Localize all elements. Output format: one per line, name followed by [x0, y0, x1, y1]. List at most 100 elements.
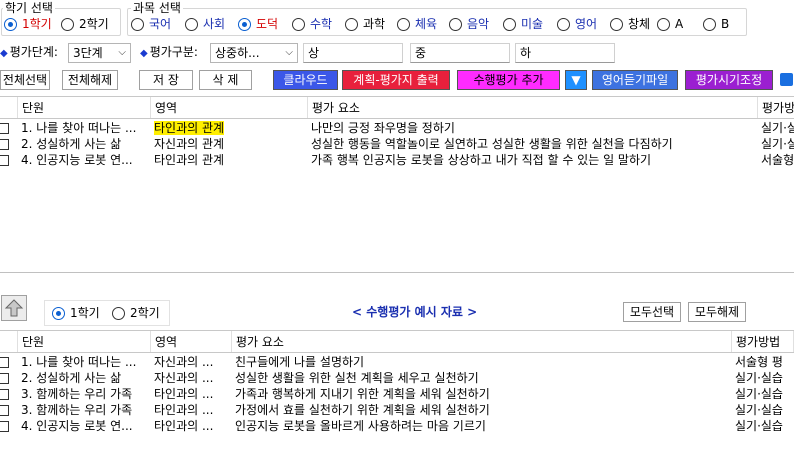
cell-method: 실기·실습: [735, 387, 783, 401]
radio-empty-icon: [185, 17, 198, 31]
cell-unit: 4. 인공지능 로봇 연...: [21, 153, 133, 167]
cell-unit: 1. 나를 찾아 떠나는 ...: [21, 355, 137, 369]
cell-area: 자신과의 ...: [154, 371, 214, 385]
bottom-panel-title: < 수행평가 예시 자료 >: [352, 305, 478, 319]
deselect-all-button[interactable]: 전체해제: [62, 70, 118, 90]
top-header-unit: 단원: [18, 97, 151, 118]
cell-area: 타인과의 ...: [154, 387, 214, 401]
up-arrow-icon: [4, 299, 24, 317]
row-checkbox[interactable]: [0, 139, 9, 150]
triangle-down-icon: ▼: [571, 73, 581, 87]
cell-method: 실기·실습: [735, 403, 783, 417]
table-row[interactable]: 1. 나를 찾아 떠나는 ... 자신과의 ... 친구들에게 나를 설명하기 서술형…: [0, 354, 794, 370]
radio-empty-icon: [503, 17, 516, 31]
table-row[interactable]: 1. 나를 찾아 떠나는 ... 타인과의 관계 나만의 긍정 좌우명을 정하기 실기…: [0, 120, 794, 136]
radio-empty-icon: [703, 17, 716, 31]
bottom-semester-radio-2[interactable]: 2학기: [112, 306, 160, 320]
cloud-button[interactable]: 클라우드: [273, 70, 338, 90]
radio-selected-icon: [4, 17, 17, 31]
semester-radio-2[interactable]: 2학기: [61, 17, 109, 31]
top-header-check: [0, 97, 18, 118]
select-all-button[interactable]: 전체선택: [0, 70, 50, 90]
cell-unit: 2. 성실하게 사는 삶: [21, 371, 122, 385]
cell-unit: 4. 인공지능 로봇 연...: [21, 419, 133, 433]
splitter[interactable]: [0, 272, 794, 273]
subject-radio-1[interactable]: 사회: [185, 17, 225, 31]
row-checkbox[interactable]: [0, 357, 9, 368]
subject-radio-3[interactable]: 수학: [292, 17, 332, 31]
bottom-header-unit: 단원: [18, 331, 151, 352]
table-row[interactable]: 3. 함께하는 우리 가족 타인과의 ... 가정에서 효를 실천하기 위한 계획을…: [0, 402, 794, 418]
table-row[interactable]: 3. 함께하는 우리 가족 타인과의 ... 가족과 행복하게 지내기 위한 계획을…: [0, 386, 794, 402]
cell-method: 실기·실습: [735, 371, 783, 385]
subject-radio-2[interactable]: 도덕: [238, 17, 278, 31]
table-row[interactable]: 2. 성실하게 사는 삶 자신과의 ... 성실한 생활을 위한 실천 계획을 세우…: [0, 370, 794, 386]
cell-element: 나만의 긍정 좌우명을 정하기: [311, 121, 455, 135]
bottom-grid: 단원 영역 평가 요소 평가방법 1. 나를 찾아 떠나는 ... 자신과의 ..…: [0, 330, 794, 451]
radio-empty-icon: [112, 306, 125, 320]
cell-element: 가정에서 효를 실천하기 위한 계획을 세워 실천하기: [235, 403, 490, 417]
row-checkbox[interactable]: [0, 389, 9, 400]
english-listening-button[interactable]: 영어듣기파일: [592, 70, 678, 90]
subject-radio-11[interactable]: B: [703, 17, 729, 31]
low-input[interactable]: 하: [515, 43, 615, 63]
bottom-header-method: 평가방법: [732, 331, 794, 352]
bottom-semester-radio-1[interactable]: 1학기: [52, 306, 100, 320]
save-button[interactable]: 저 장: [139, 70, 193, 90]
radio-empty-icon: [61, 17, 74, 31]
diamond-icon: ◆: [0, 48, 8, 59]
subject-radio-9[interactable]: 창체: [610, 17, 650, 31]
bottom-deselect-all-button[interactable]: 모두해제: [688, 302, 746, 322]
bottom-header-check: [0, 331, 18, 352]
delete-button[interactable]: 삭 제: [199, 70, 252, 90]
bottom-select-all-button[interactable]: 모두선택: [623, 302, 681, 322]
subject-radio-5[interactable]: 체육: [397, 17, 437, 31]
cell-method: 실기·실: [761, 137, 794, 151]
cell-method: 서술형: [761, 153, 794, 167]
row-checkbox[interactable]: [0, 123, 9, 134]
subject-radio-10[interactable]: A: [657, 17, 683, 31]
schedule-adjust-button[interactable]: 평가시기조정: [685, 70, 773, 90]
cell-area: 자신과의 ...: [154, 355, 214, 369]
add-assessment-button[interactable]: 수행평가 추가: [457, 70, 560, 90]
table-row[interactable]: 4. 인공지능 로봇 연... 타인과의 ... 인공지능 로봇을 올바르게 사용하…: [0, 418, 794, 434]
diamond-icon: ◆: [140, 48, 148, 59]
cell-method: 실기·실습: [735, 419, 783, 433]
row-checkbox[interactable]: [0, 405, 9, 416]
row-checkbox[interactable]: [0, 373, 9, 384]
mid-input[interactable]: 중: [410, 43, 510, 63]
chevron-down-icon: ⌵: [285, 47, 293, 58]
level-combo[interactable]: 3단계 ⌵: [68, 43, 131, 63]
cell-element: 성실한 생활을 위한 실천 계획을 세우고 실천하기: [235, 371, 479, 385]
type-combo[interactable]: 상중하... ⌵: [210, 43, 298, 63]
assessment-dropdown-button[interactable]: ▼: [565, 70, 587, 90]
table-row[interactable]: 2. 성실하게 사는 삶 자신과의 관계 성실한 행동을 역할놀이로 실연하고 성실…: [0, 136, 794, 152]
row-checkbox[interactable]: [0, 155, 9, 166]
subject-radio-0[interactable]: 국어: [131, 17, 171, 31]
subject-radio-7[interactable]: 미술: [503, 17, 543, 31]
high-input[interactable]: 상: [303, 43, 403, 63]
bottom-header-element: 평가 요소: [232, 331, 732, 352]
toggle-checkbox[interactable]: [780, 73, 793, 86]
cell-unit: 3. 함께하는 우리 가족: [21, 387, 133, 401]
up-button[interactable]: [1, 295, 27, 321]
cell-unit: 2. 성실하게 사는 삶: [21, 137, 122, 151]
cell-unit: 3. 함께하는 우리 가족: [21, 403, 133, 417]
subject-radio-8[interactable]: 영어: [557, 17, 597, 31]
type-label: ◆ 평가구분:: [140, 45, 198, 59]
plan-print-button[interactable]: 계획-평가지 출력: [342, 70, 450, 90]
radio-selected-icon: [238, 17, 251, 31]
top-header-area: 영역: [151, 97, 308, 118]
bottom-grid-header: 단원 영역 평가 요소 평가방법: [0, 331, 794, 353]
top-header-element: 평가 요소: [308, 97, 758, 118]
subject-radio-6[interactable]: 음악: [449, 17, 489, 31]
semester-radio-1[interactable]: 1학기: [4, 17, 52, 31]
subject-radio-4[interactable]: 과학: [345, 17, 385, 31]
table-row[interactable]: 4. 인공지능 로봇 연... 타인과의 관계 가족 행복 인공지능 로봇을 상상하…: [0, 152, 794, 168]
radio-empty-icon: [557, 17, 570, 31]
cell-method: 실기·실: [761, 121, 794, 135]
top-grid: 단원 영역 평가 요소 평가방 1. 나를 찾아 떠나는 ... 타인과의 관계 나…: [0, 96, 794, 268]
cell-unit: 1. 나를 찾아 떠나는 ...: [21, 121, 137, 135]
row-checkbox[interactable]: [0, 421, 9, 432]
cell-area: 타인과의 관계: [154, 153, 225, 167]
